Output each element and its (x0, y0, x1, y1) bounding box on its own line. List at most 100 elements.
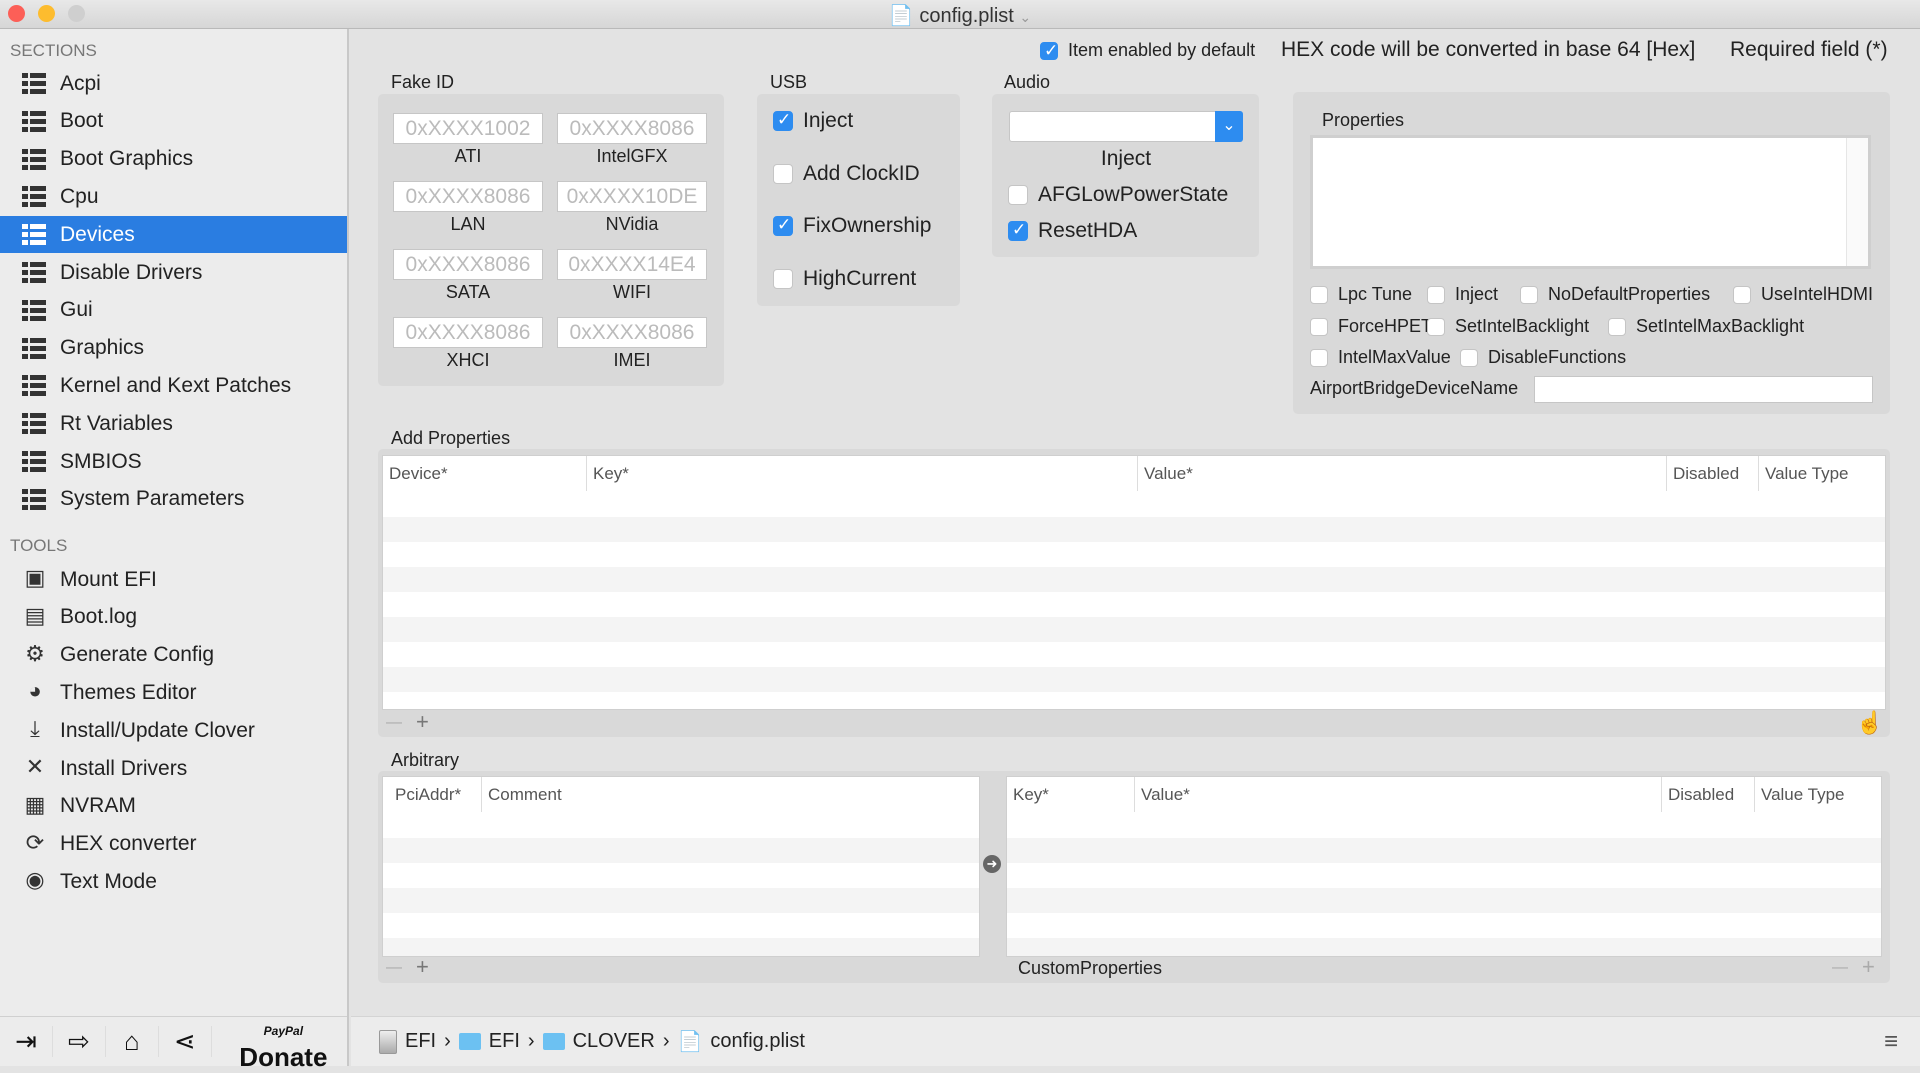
sidebar-item-cpu[interactable]: Cpu (0, 178, 347, 215)
checkbox[interactable] (1608, 317, 1626, 336)
fake-id-lan-input[interactable]: 0xXXXX8086 (393, 181, 543, 212)
audio-inject-combobox[interactable]: ⌄ (1009, 111, 1243, 142)
column-header-disabled[interactable]: Disabled (1661, 777, 1754, 812)
usb-option-add-clockid[interactable]: Add ClockID (773, 162, 920, 186)
checkbox[interactable] (1310, 317, 1328, 336)
add-row-button[interactable]: + (416, 709, 429, 737)
checkbox[interactable] (1520, 285, 1538, 304)
checkbox[interactable] (1008, 220, 1028, 241)
property-option-useintelhdmi[interactable]: UseIntelHDMI (1733, 284, 1873, 305)
sidebar-item-boot[interactable]: Boot (0, 103, 347, 140)
property-option-setintelmaxbacklight[interactable]: SetIntelMaxBacklight (1608, 316, 1804, 337)
property-option-setintelbacklight[interactable]: SetIntelBacklight (1427, 316, 1589, 337)
fake-id-title: Fake ID (391, 72, 455, 92)
sidebar-item-acpi[interactable]: Acpi (0, 65, 347, 102)
checkbox[interactable] (1310, 348, 1328, 367)
tool-item-generate-config[interactable]: ⚙ Generate Config (0, 637, 347, 674)
tool-item-install-update-clover[interactable]: ⤓ Install/Update Clover (0, 712, 347, 749)
column-header-value-type[interactable]: Value Type (1758, 456, 1885, 491)
column-header-key[interactable]: Key* (1007, 777, 1134, 812)
column-header-value-type[interactable]: Value Type (1754, 777, 1881, 812)
sidebar-item-smbios[interactable]: SMBIOS (0, 443, 347, 480)
fake-id-intelgfx-input[interactable]: 0xXXXX8086 (557, 113, 707, 144)
breadcrumb-item[interactable]: EFI (489, 1030, 520, 1053)
checkbox[interactable] (773, 215, 793, 236)
breadcrumb-item[interactable]: CLOVER (573, 1030, 655, 1053)
add-properties-table[interactable]: Device* Key* Value* Disabled Value Type (382, 455, 1886, 710)
property-option-inject[interactable]: Inject (1427, 284, 1498, 305)
add-row-button[interactable]: + (416, 954, 429, 982)
checkbox[interactable] (773, 268, 793, 289)
tool-item-boot-log[interactable]: ▤ Boot.log (0, 599, 347, 636)
column-header-device[interactable]: Device* (383, 456, 586, 491)
checkbox[interactable] (1427, 285, 1445, 304)
tool-item-nvram[interactable]: ▦ NVRAM (0, 788, 347, 825)
sidebar-item-rt-variables[interactable]: Rt Variables (0, 405, 347, 442)
airport-bridge-input[interactable] (1534, 376, 1873, 403)
sidebar-item-system-parameters[interactable]: System Parameters (0, 481, 347, 518)
chevron-down-icon[interactable]: ⌄ (1215, 111, 1243, 142)
arbitrary-left-table[interactable]: PciAddr* Comment (382, 776, 980, 957)
tool-item-hex-converter[interactable]: ⟳ HEX converter (0, 826, 347, 863)
tool-item-themes-editor[interactable]: ◕ Themes Editor (0, 674, 347, 711)
sidebar-item-graphics[interactable]: Graphics (0, 330, 347, 367)
checkbox[interactable] (773, 163, 793, 184)
breadcrumb-item[interactable]: EFI (405, 1030, 436, 1053)
properties-textarea[interactable] (1310, 135, 1871, 269)
usb-option-inject[interactable]: Inject (773, 109, 853, 133)
remove-row-button[interactable]: — (1832, 954, 1848, 982)
window-title[interactable]: 📄 config.plist ⌄ (0, 3, 1920, 28)
usb-option-highcurrent[interactable]: HighCurrent (773, 267, 916, 291)
fake-id-ati-input[interactable]: 0xXXXX1002 (393, 113, 543, 144)
breadcrumb-item[interactable]: config.plist (710, 1030, 805, 1053)
fake-id-xhci-input[interactable]: 0xXXXX8086 (393, 317, 543, 348)
column-header-disabled[interactable]: Disabled (1666, 456, 1758, 491)
arbitrary-right-table[interactable]: Key* Value* Disabled Value Type (1006, 776, 1882, 957)
tool-item-text-mode[interactable]: ◉ Text Mode (0, 863, 347, 900)
arrow-right-icon[interactable]: ➜ (983, 855, 1001, 873)
home-icon[interactable]: ⌂ (106, 1026, 159, 1057)
checkbox[interactable] (1008, 185, 1028, 205)
audio-option-afglowpowerstate[interactable]: AFGLowPowerState (1008, 183, 1228, 207)
sidebar-item-boot-graphics[interactable]: Boot Graphics (0, 141, 347, 178)
property-option-intelmaxvalue[interactable]: IntelMaxValue (1310, 347, 1451, 368)
column-header-pciaddr[interactable]: PciAddr* (389, 777, 481, 812)
sidebar-item-gui[interactable]: Gui (0, 292, 347, 329)
column-header-key[interactable]: Key* (586, 456, 1137, 491)
column-header-value[interactable]: Value* (1137, 456, 1666, 491)
tool-item-install-drivers[interactable]: ✕ Install Drivers (0, 750, 347, 787)
tool-item-mount-efi[interactable]: ▣ Mount EFI (0, 561, 347, 598)
checkbox[interactable] (1427, 317, 1445, 336)
column-header-comment[interactable]: Comment (481, 777, 979, 812)
scrollbar[interactable] (1846, 138, 1868, 266)
checkbox[interactable] (1310, 285, 1328, 304)
fake-id-nvidia-input[interactable]: 0xXXXX10DE (557, 181, 707, 212)
remove-row-button[interactable]: — (386, 954, 402, 982)
remove-row-button[interactable]: — (386, 709, 402, 737)
property-option-disablefunctions[interactable]: DisableFunctions (1460, 347, 1626, 368)
table-rows[interactable] (383, 492, 1885, 709)
sidebar-item-kernel-and-kext-patches[interactable]: Kernel and Kext Patches (0, 367, 347, 404)
share-icon[interactable]: ⋖ (159, 1026, 212, 1057)
column-header-value[interactable]: Value* (1134, 777, 1661, 812)
usb-option-fixownership[interactable]: FixOwnership (773, 214, 931, 238)
sidebar-item-devices[interactable]: Devices (0, 216, 347, 254)
export-icon[interactable]: ⇨ (53, 1026, 106, 1057)
checkbox[interactable] (1733, 285, 1751, 304)
fake-id-imei-input[interactable]: 0xXXXX8086 (557, 317, 707, 348)
property-option-nodefaultproperties[interactable]: NoDefaultProperties (1520, 284, 1710, 305)
table-rows[interactable] (383, 813, 979, 956)
add-row-button[interactable]: + (1862, 954, 1875, 982)
donate-button[interactable]: PayPal Donate (212, 1011, 347, 1073)
property-option-lpc-tune[interactable]: Lpc Tune (1310, 284, 1412, 305)
table-rows[interactable] (1007, 813, 1881, 956)
sidebar-item-disable-drivers[interactable]: Disable Drivers (0, 254, 347, 291)
import-icon[interactable]: ⇥ (0, 1026, 53, 1057)
audio-option-resethda[interactable]: ResetHDA (1008, 219, 1137, 243)
property-option-forcehpet[interactable]: ForceHPET (1310, 316, 1432, 337)
fake-id-sata-input[interactable]: 0xXXXX8086 (393, 249, 543, 280)
checkbox[interactable] (1460, 348, 1478, 367)
menu-icon[interactable]: ≡ (1884, 1028, 1898, 1056)
fake-id-wifi-input[interactable]: 0xXXXX14E4 (557, 249, 707, 280)
checkbox[interactable] (773, 110, 793, 131)
